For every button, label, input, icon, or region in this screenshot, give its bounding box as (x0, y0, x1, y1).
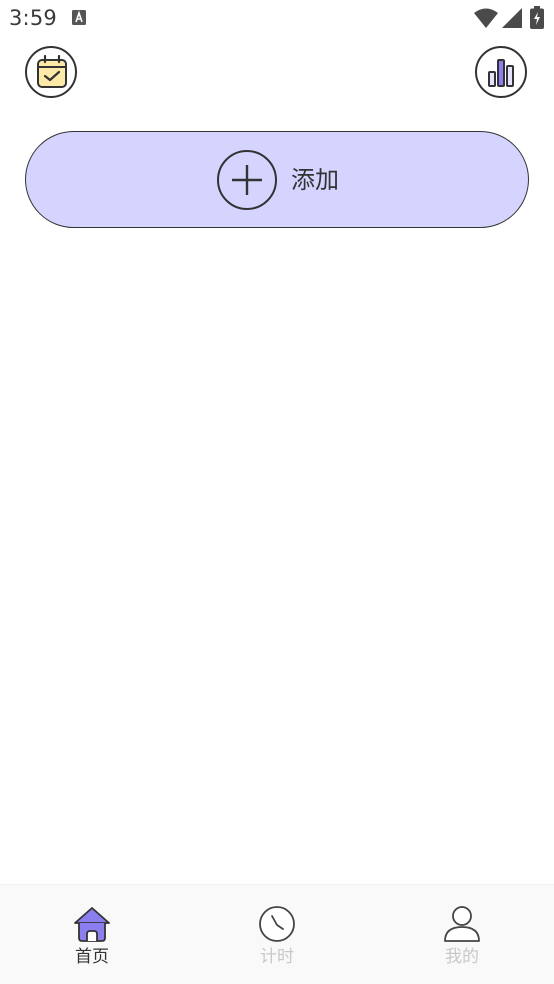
calendar-check-icon (37, 54, 67, 88)
bottom-navigation: 首页 计时 我的 (0, 884, 554, 984)
status-time: 3:59 (9, 6, 57, 30)
app-screen: 3:59 添加 首页 计时 我的 (0, 0, 554, 984)
nav-tab-timer[interactable]: 计时 (217, 885, 337, 984)
nav-tab-me[interactable]: 我的 (402, 885, 522, 984)
nav-tab-me-label: 我的 (445, 947, 479, 967)
plus-circle-icon (217, 150, 277, 210)
statistics-button[interactable] (475, 46, 527, 98)
add-button[interactable]: 添加 (25, 131, 529, 228)
add-button-label: 添加 (291, 166, 339, 194)
status-bar: 3:59 (0, 0, 554, 36)
home-icon (74, 907, 110, 942)
person-icon (444, 906, 480, 942)
nav-tab-home-label: 首页 (75, 947, 109, 967)
battery-charging-icon (530, 6, 544, 29)
calendar-button[interactable] (25, 46, 77, 98)
wifi-icon (474, 8, 498, 28)
nav-tab-timer-label: 计时 (260, 947, 294, 967)
nav-tab-home[interactable]: 首页 (32, 885, 152, 984)
signal-icon (502, 8, 522, 28)
bar-chart-icon (488, 59, 514, 87)
clock-icon (259, 906, 295, 942)
notification-a-icon (72, 10, 86, 25)
